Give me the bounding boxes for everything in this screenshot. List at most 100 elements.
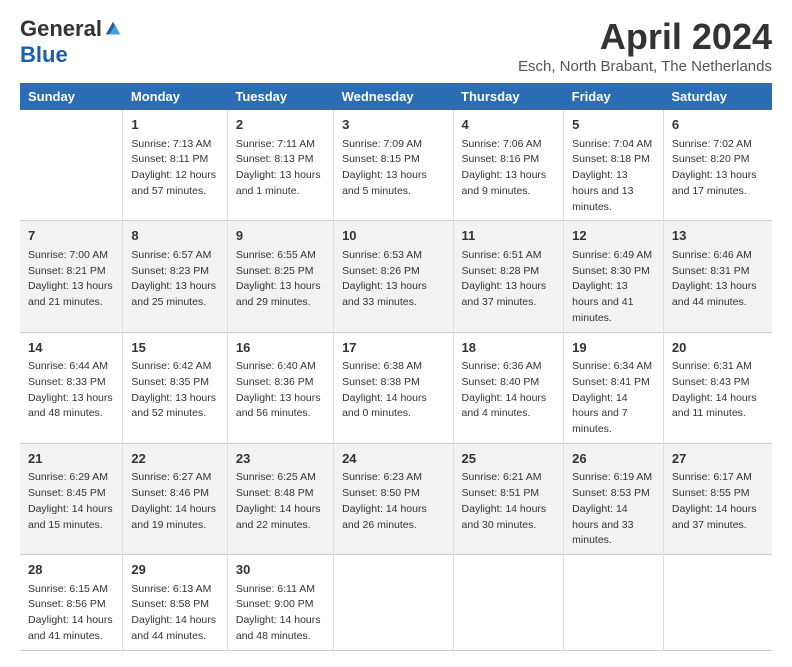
day-number: 2	[236, 115, 325, 135]
calendar-cell: 12Sunrise: 6:49 AMSunset: 8:30 PMDayligh…	[564, 221, 664, 332]
day-info: Sunrise: 7:04 AMSunset: 8:18 PMDaylight:…	[572, 137, 655, 216]
calendar-table: Sunday Monday Tuesday Wednesday Thursday…	[20, 83, 772, 651]
day-info: Sunrise: 6:44 AMSunset: 8:33 PMDaylight:…	[28, 359, 114, 422]
day-info: Sunrise: 6:29 AMSunset: 8:45 PMDaylight:…	[28, 470, 114, 533]
calendar-week-2: 7Sunrise: 7:00 AMSunset: 8:21 PMDaylight…	[20, 221, 772, 332]
calendar-cell: 23Sunrise: 6:25 AMSunset: 8:48 PMDayligh…	[227, 443, 333, 554]
day-number: 15	[131, 338, 218, 358]
calendar-cell: 8Sunrise: 6:57 AMSunset: 8:23 PMDaylight…	[123, 221, 227, 332]
day-number: 14	[28, 338, 114, 358]
calendar-cell: 2Sunrise: 7:11 AMSunset: 8:13 PMDaylight…	[227, 110, 333, 221]
calendar-cell	[663, 555, 772, 651]
day-number: 5	[572, 115, 655, 135]
calendar-cell: 28Sunrise: 6:15 AMSunset: 8:56 PMDayligh…	[20, 555, 123, 651]
day-number: 23	[236, 449, 325, 469]
calendar-cell: 15Sunrise: 6:42 AMSunset: 8:35 PMDayligh…	[123, 332, 227, 443]
calendar-week-5: 28Sunrise: 6:15 AMSunset: 8:56 PMDayligh…	[20, 555, 772, 651]
calendar-cell: 20Sunrise: 6:31 AMSunset: 8:43 PMDayligh…	[663, 332, 772, 443]
day-number: 8	[131, 226, 218, 246]
day-info: Sunrise: 6:53 AMSunset: 8:26 PMDaylight:…	[342, 248, 444, 311]
day-info: Sunrise: 6:42 AMSunset: 8:35 PMDaylight:…	[131, 359, 218, 422]
calendar-cell: 19Sunrise: 6:34 AMSunset: 8:41 PMDayligh…	[564, 332, 664, 443]
calendar-cell: 7Sunrise: 7:00 AMSunset: 8:21 PMDaylight…	[20, 221, 123, 332]
day-info: Sunrise: 6:27 AMSunset: 8:46 PMDaylight:…	[131, 470, 218, 533]
calendar-cell	[20, 110, 123, 221]
day-info: Sunrise: 6:31 AMSunset: 8:43 PMDaylight:…	[672, 359, 764, 422]
calendar-cell: 21Sunrise: 6:29 AMSunset: 8:45 PMDayligh…	[20, 443, 123, 554]
day-number: 1	[131, 115, 218, 135]
calendar-cell: 4Sunrise: 7:06 AMSunset: 8:16 PMDaylight…	[453, 110, 564, 221]
header-saturday: Saturday	[663, 83, 772, 110]
day-number: 17	[342, 338, 444, 358]
header-thursday: Thursday	[453, 83, 564, 110]
calendar-cell: 3Sunrise: 7:09 AMSunset: 8:15 PMDaylight…	[334, 110, 453, 221]
logo: General Blue	[20, 16, 122, 68]
day-number: 19	[572, 338, 655, 358]
calendar-cell: 1Sunrise: 7:13 AMSunset: 8:11 PMDaylight…	[123, 110, 227, 221]
day-number: 13	[672, 226, 764, 246]
header-friday: Friday	[564, 83, 664, 110]
day-info: Sunrise: 7:02 AMSunset: 8:20 PMDaylight:…	[672, 137, 764, 200]
day-number: 26	[572, 449, 655, 469]
day-info: Sunrise: 6:21 AMSunset: 8:51 PMDaylight:…	[462, 470, 556, 533]
day-number: 18	[462, 338, 556, 358]
day-number: 10	[342, 226, 444, 246]
calendar-cell: 14Sunrise: 6:44 AMSunset: 8:33 PMDayligh…	[20, 332, 123, 443]
day-number: 29	[131, 560, 218, 580]
day-number: 21	[28, 449, 114, 469]
calendar-week-1: 1Sunrise: 7:13 AMSunset: 8:11 PMDaylight…	[20, 110, 772, 221]
day-info: Sunrise: 6:36 AMSunset: 8:40 PMDaylight:…	[462, 359, 556, 422]
day-info: Sunrise: 7:11 AMSunset: 8:13 PMDaylight:…	[236, 137, 325, 200]
day-info: Sunrise: 6:15 AMSunset: 8:56 PMDaylight:…	[28, 582, 114, 645]
day-number: 7	[28, 226, 114, 246]
calendar-week-4: 21Sunrise: 6:29 AMSunset: 8:45 PMDayligh…	[20, 443, 772, 554]
header: General Blue April 2024 Esch, North Brab…	[20, 16, 772, 75]
day-info: Sunrise: 6:13 AMSunset: 8:58 PMDaylight:…	[131, 582, 218, 645]
day-info: Sunrise: 7:06 AMSunset: 8:16 PMDaylight:…	[462, 137, 556, 200]
header-wednesday: Wednesday	[334, 83, 453, 110]
day-number: 25	[462, 449, 556, 469]
calendar-cell: 27Sunrise: 6:17 AMSunset: 8:55 PMDayligh…	[663, 443, 772, 554]
calendar-cell: 10Sunrise: 6:53 AMSunset: 8:26 PMDayligh…	[334, 221, 453, 332]
day-info: Sunrise: 6:19 AMSunset: 8:53 PMDaylight:…	[572, 470, 655, 549]
day-info: Sunrise: 6:57 AMSunset: 8:23 PMDaylight:…	[131, 248, 218, 311]
day-info: Sunrise: 7:00 AMSunset: 8:21 PMDaylight:…	[28, 248, 114, 311]
day-info: Sunrise: 6:46 AMSunset: 8:31 PMDaylight:…	[672, 248, 764, 311]
calendar-header: Sunday Monday Tuesday Wednesday Thursday…	[20, 83, 772, 110]
calendar-cell: 24Sunrise: 6:23 AMSunset: 8:50 PMDayligh…	[334, 443, 453, 554]
subtitle: Esch, North Brabant, The Netherlands	[518, 58, 772, 75]
calendar-cell: 13Sunrise: 6:46 AMSunset: 8:31 PMDayligh…	[663, 221, 772, 332]
header-sunday: Sunday	[20, 83, 123, 110]
logo-icon	[104, 20, 122, 38]
calendar-cell	[453, 555, 564, 651]
calendar-cell: 30Sunrise: 6:11 AMSunset: 9:00 PMDayligh…	[227, 555, 333, 651]
day-number: 12	[572, 226, 655, 246]
day-number: 22	[131, 449, 218, 469]
calendar-cell: 5Sunrise: 7:04 AMSunset: 8:18 PMDaylight…	[564, 110, 664, 221]
day-info: Sunrise: 6:11 AMSunset: 9:00 PMDaylight:…	[236, 582, 325, 645]
day-info: Sunrise: 6:51 AMSunset: 8:28 PMDaylight:…	[462, 248, 556, 311]
logo-general: General	[20, 16, 102, 42]
calendar-cell: 22Sunrise: 6:27 AMSunset: 8:46 PMDayligh…	[123, 443, 227, 554]
day-number: 28	[28, 560, 114, 580]
day-info: Sunrise: 6:17 AMSunset: 8:55 PMDaylight:…	[672, 470, 764, 533]
logo-blue: Blue	[20, 42, 68, 68]
calendar-cell: 9Sunrise: 6:55 AMSunset: 8:25 PMDaylight…	[227, 221, 333, 332]
day-info: Sunrise: 6:34 AMSunset: 8:41 PMDaylight:…	[572, 359, 655, 438]
day-info: Sunrise: 6:23 AMSunset: 8:50 PMDaylight:…	[342, 470, 444, 533]
day-info: Sunrise: 6:25 AMSunset: 8:48 PMDaylight:…	[236, 470, 325, 533]
calendar-cell: 11Sunrise: 6:51 AMSunset: 8:28 PMDayligh…	[453, 221, 564, 332]
calendar-cell: 26Sunrise: 6:19 AMSunset: 8:53 PMDayligh…	[564, 443, 664, 554]
calendar-cell: 6Sunrise: 7:02 AMSunset: 8:20 PMDaylight…	[663, 110, 772, 221]
calendar-cell: 16Sunrise: 6:40 AMSunset: 8:36 PMDayligh…	[227, 332, 333, 443]
day-number: 30	[236, 560, 325, 580]
day-number: 11	[462, 226, 556, 246]
calendar-cell	[334, 555, 453, 651]
day-number: 4	[462, 115, 556, 135]
day-number: 24	[342, 449, 444, 469]
day-info: Sunrise: 7:13 AMSunset: 8:11 PMDaylight:…	[131, 137, 218, 200]
day-number: 16	[236, 338, 325, 358]
title-area: April 2024 Esch, North Brabant, The Neth…	[518, 16, 772, 75]
day-info: Sunrise: 6:55 AMSunset: 8:25 PMDaylight:…	[236, 248, 325, 311]
header-tuesday: Tuesday	[227, 83, 333, 110]
